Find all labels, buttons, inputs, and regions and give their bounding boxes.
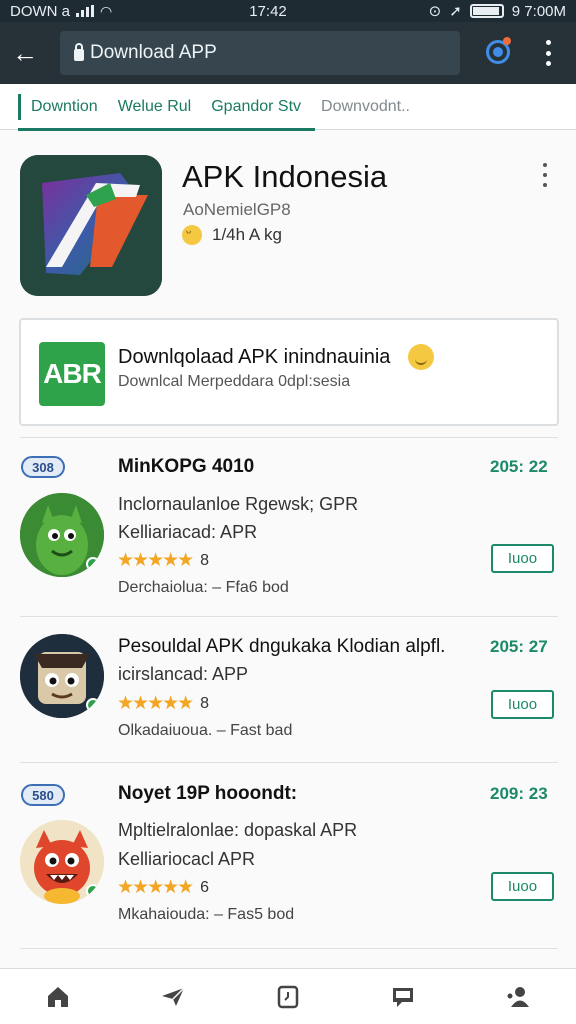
item-title: MinKOPG 4010 <box>118 456 255 477</box>
rating-count: 8 <box>200 694 210 712</box>
item-title: Noyet 19P hooondt: <box>118 783 298 804</box>
people-icon <box>507 986 530 1007</box>
download-card-title: Downlqolaad APK inindnauinia <box>118 344 435 370</box>
install-button[interactable]: Iuoo <box>491 872 554 901</box>
nav-home[interactable] <box>38 977 78 1017</box>
divider <box>20 616 558 617</box>
item-price: 205: 22 <box>490 457 548 476</box>
lock-icon <box>74 42 84 61</box>
back-arrow-icon[interactable]: ← <box>12 40 52 66</box>
send-icon <box>161 986 185 1006</box>
url-bar[interactable]: Download APP <box>60 31 460 75</box>
nav-clock[interactable] <box>268 977 308 1017</box>
status-bar: DOWN a ◠ 17:42 ⊙ ➚ 9 7:00M <box>0 0 576 22</box>
item-avatar <box>20 634 104 718</box>
item-rating: ★★★★★ 6 <box>117 876 209 899</box>
app-title: APK Indonesia <box>182 159 388 194</box>
app-rating: 1/4h A kg <box>182 224 282 245</box>
tab-grandor[interactable]: Gpandor Stv <box>201 85 311 129</box>
app-header: APK Indonesia AoNemielGP8 1/4h A kg <box>20 155 560 300</box>
battery-label: 9 7:00M <box>511 2 566 20</box>
nav-chat[interactable] <box>383 977 423 1017</box>
download-card-title-text: Downlqolaad APK inindnauinia <box>118 345 391 368</box>
divider <box>20 762 558 763</box>
item-title: Pesouldal APK dngukaka Klodian alpfl. <box>118 636 446 657</box>
wifi-icon: ◠ <box>100 2 113 19</box>
item-price: 209: 23 <box>490 784 548 803</box>
item-meta: Olkadaiuoua. – Fast bad <box>118 722 293 739</box>
star-icons: ★★★★★ <box>117 877 194 898</box>
location-icon: ➚ <box>449 3 462 20</box>
item-price: 205: 27 <box>490 637 548 656</box>
tab-indicator <box>18 128 315 131</box>
profile-icon[interactable] <box>486 37 511 64</box>
item-meta: Mkahaiouda: – Fas5 bod <box>118 906 295 923</box>
apk-logo: ABR <box>39 342 105 406</box>
nav-send[interactable] <box>153 977 193 1017</box>
emoji-icon <box>182 224 202 245</box>
item-rating: ★★★★★ 8 <box>117 692 209 715</box>
item-category: icirslancad: APP <box>118 664 249 684</box>
item-rating: ★★★★★ 8 <box>117 549 209 572</box>
star-icons: ★★★★★ <box>117 550 194 571</box>
emoji-icon <box>408 344 435 370</box>
more-options-icon[interactable] <box>542 40 554 66</box>
url-text: Download APP <box>90 42 217 63</box>
item-description: Mpltielralonlae: dopaskal APR <box>118 820 358 840</box>
item-avatar <box>20 820 104 904</box>
tab-downvodnt[interactable]: Downvodnt.. <box>311 85 420 129</box>
tab-download[interactable]: Downtion <box>18 93 108 120</box>
download-card-subtitle: Downlcal Merpeddara 0dpl:sesia <box>118 373 351 390</box>
rating-text: 1/4h A kg <box>212 225 282 244</box>
app-logo-icon <box>20 155 162 296</box>
tab-value[interactable]: Welue Rul <box>108 85 202 129</box>
item-meta: Derchaiolua: – Ffa6 bod <box>118 579 289 596</box>
chat-icon <box>393 987 414 1007</box>
app-subtitle: AoNemielGP8 <box>183 200 291 219</box>
download-card[interactable]: ABR Downlqolaad APK inindnauinia Downlca… <box>19 318 559 426</box>
bottom-nav <box>0 968 576 1024</box>
item-badge: 308 <box>21 456 65 478</box>
item-category: Kelliariacad: APR <box>118 522 258 542</box>
nav-people[interactable] <box>498 977 538 1017</box>
item-description: Inclornaulanloe Rgewsk; GPR <box>118 494 359 514</box>
home-icon <box>47 986 68 1007</box>
tab-bar: Downtion Welue Rul Gpandor Stv Downvodnt… <box>0 84 576 131</box>
clock-icon <box>277 985 299 1008</box>
install-button[interactable]: Iuoo <box>491 544 554 573</box>
rating-count: 6 <box>200 878 210 896</box>
battery-icon <box>469 4 504 18</box>
divider <box>20 948 558 949</box>
item-badge: 580 <box>21 784 65 806</box>
signal-icon <box>76 5 94 17</box>
clock: 17:42 <box>249 2 287 20</box>
rating-count: 8 <box>200 551 210 569</box>
install-button[interactable]: Iuoo <box>491 690 554 719</box>
app-more-icon[interactable] <box>540 163 550 187</box>
carrier-label: DOWN a <box>10 2 70 20</box>
star-icons: ★★★★★ <box>117 693 194 714</box>
alarm-icon: ⊙ <box>428 3 442 20</box>
divider <box>20 437 558 438</box>
item-avatar <box>20 493 104 577</box>
item-category: Kelliariocacl APR <box>118 849 256 869</box>
